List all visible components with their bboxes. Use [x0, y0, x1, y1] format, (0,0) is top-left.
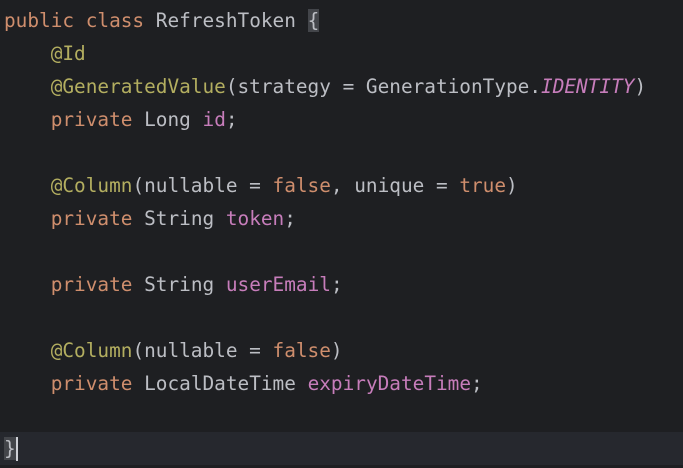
semicolon: ; [284, 207, 296, 230]
close-brace-matched: } [4, 437, 16, 460]
keyword-private: private [50, 273, 133, 296]
literal-false: false [272, 339, 331, 362]
field-name-expiry-date-time: expiryDateTime [307, 372, 472, 395]
code-line-11[interactable]: @Column(nullable = false) [4, 334, 343, 367]
annotation-column: @Column [50, 339, 133, 362]
field-type: String [144, 273, 215, 296]
code-line-2[interactable]: @Id [4, 37, 86, 70]
keyword-private: private [50, 372, 133, 395]
code-line-9[interactable]: private String userEmail; [4, 268, 343, 301]
field-type: LocalDateTime [144, 372, 296, 395]
code-editor[interactable]: public class RefreshToken { @Id @Generat… [0, 0, 683, 468]
code-line-12[interactable]: private LocalDateTime expiryDateTime; [4, 367, 483, 400]
keyword-private: private [50, 207, 133, 230]
text-caret [15, 436, 18, 461]
field-name-user-email: userEmail [225, 273, 331, 296]
field-type: Long [144, 108, 191, 131]
semicolon: ; [471, 372, 483, 395]
code-line-4[interactable]: private Long id; [4, 103, 238, 136]
class-name: RefreshToken [155, 9, 296, 32]
keyword-public: public [4, 9, 75, 32]
code-line-3[interactable]: @GeneratedValue(strategy = GenerationTyp… [4, 70, 646, 103]
semicolon: ; [330, 273, 343, 296]
literal-true: true [459, 174, 507, 197]
keyword-class: class [85, 9, 145, 32]
annotation-generated-value: @GeneratedValue [50, 75, 226, 98]
annotation-args-close: ) [634, 75, 647, 98]
annotation-args-close: ) [506, 174, 518, 197]
open-brace-matched: { [307, 9, 320, 32]
code-line-14[interactable]: } [4, 432, 18, 465]
field-type: String [144, 207, 215, 230]
enum-value-identity: IDENTITY [541, 75, 635, 98]
literal-false: false [272, 174, 331, 197]
field-name-id: id [202, 108, 226, 131]
annotation-args-open: (nullable = [132, 339, 273, 362]
code-line-1[interactable]: public class RefreshToken { [4, 4, 320, 37]
field-name-token: token [225, 207, 285, 230]
code-line-6[interactable]: @Column(nullable = false, unique = true) [4, 169, 518, 202]
current-line-highlight [0, 432, 683, 465]
annotation-id: @Id [50, 42, 86, 65]
annotation-args-open: (nullable = [132, 174, 273, 197]
code-line-7[interactable]: private String token; [4, 202, 296, 235]
semicolon: ; [225, 108, 238, 131]
annotation-args-open: (strategy = GenerationType. [225, 75, 542, 98]
keyword-private: private [50, 108, 133, 131]
annotation-args-close: ) [330, 339, 343, 362]
annotation-args-mid: , unique = [330, 174, 460, 197]
annotation-column: @Column [50, 174, 133, 197]
